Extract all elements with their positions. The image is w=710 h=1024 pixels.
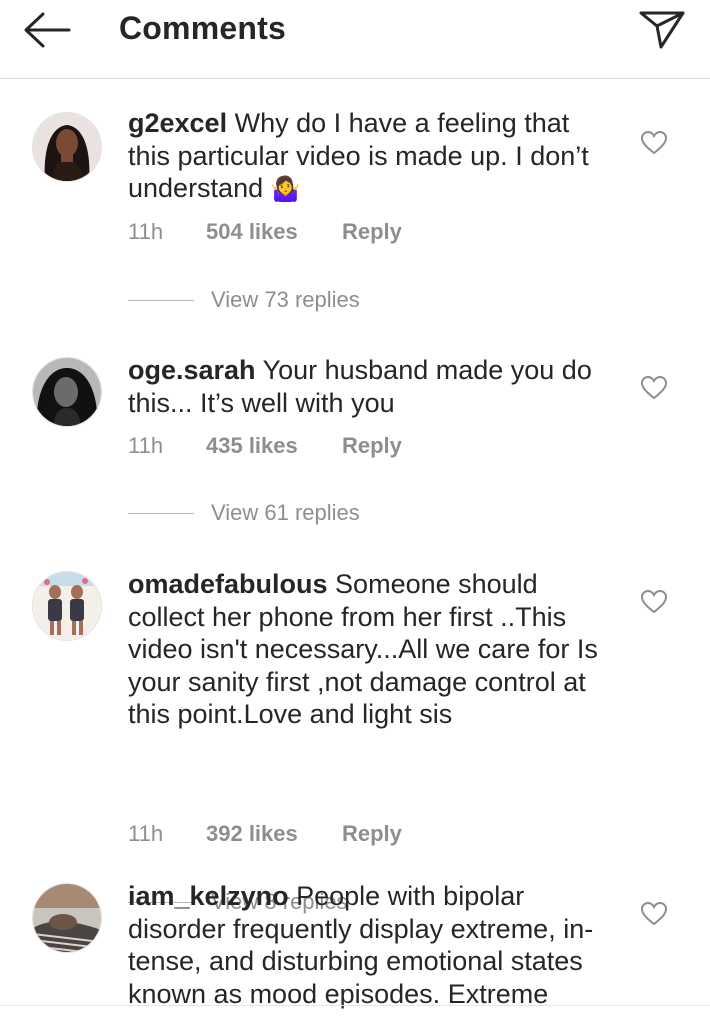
view-replies-button[interactable]: View 61 replies <box>128 500 360 526</box>
divider-line <box>128 299 194 301</box>
comment-text: g2excel Why do I have a feeling that thi… <box>128 107 618 206</box>
view-replies-label: View 61 replies <box>211 500 360 525</box>
page-title: Comments <box>119 10 286 46</box>
share-button[interactable] <box>634 4 690 54</box>
paper-plane-icon <box>639 11 685 49</box>
arrow-left-icon <box>24 12 71 48</box>
reply-button[interactable]: Reply <box>342 433 402 459</box>
comment-likes[interactable]: 435 likes <box>206 433 342 459</box>
comment-time: 11h <box>128 821 164 846</box>
avatar[interactable] <box>32 571 102 641</box>
comment-username[interactable]: g2excel <box>128 108 227 138</box>
reply-button[interactable]: Reply <box>342 219 402 245</box>
view-replies-button[interactable]: View 73 replies <box>128 287 360 313</box>
heart-icon[interactable] <box>640 900 668 928</box>
heart-icon[interactable] <box>640 588 668 616</box>
avatar[interactable] <box>32 112 102 182</box>
heart-icon[interactable] <box>640 129 668 157</box>
comment-text: oge.sarah Your husband made you do this.… <box>128 354 618 419</box>
comment-time: 11h <box>128 433 164 458</box>
heart-icon[interactable] <box>640 374 668 402</box>
divider-line <box>128 512 194 514</box>
bottom-divider <box>0 1005 710 1006</box>
comment-text: omadefabulous Someone should collect her… <box>128 568 618 731</box>
comment-meta: 11h 392 likes Reply <box>128 821 402 847</box>
reply-button[interactable]: Reply <box>342 821 402 847</box>
comment-username[interactable]: iam_kelzyno <box>128 881 289 911</box>
comment-text: iam_kelzyno People with bipolar disorder… <box>128 880 618 1010</box>
top-bar: Comments <box>0 0 710 79</box>
view-replies-label: View 73 replies <box>211 287 360 312</box>
shrug-emoji: 🤷‍♀️ <box>270 175 301 203</box>
avatar[interactable] <box>32 357 102 427</box>
comment-likes[interactable]: 504 likes <box>206 219 342 245</box>
comment-likes[interactable]: 392 likes <box>206 821 342 847</box>
back-button[interactable] <box>18 8 74 52</box>
avatar[interactable] <box>32 883 102 953</box>
comment-meta: 11h 504 likes Reply <box>128 219 402 245</box>
comment-meta: 11h 435 likes Reply <box>128 433 402 459</box>
comment-username[interactable]: omadefabulous <box>128 569 328 599</box>
comment-username[interactable]: oge.sarah <box>128 355 256 385</box>
comment-time: 11h <box>128 219 164 244</box>
